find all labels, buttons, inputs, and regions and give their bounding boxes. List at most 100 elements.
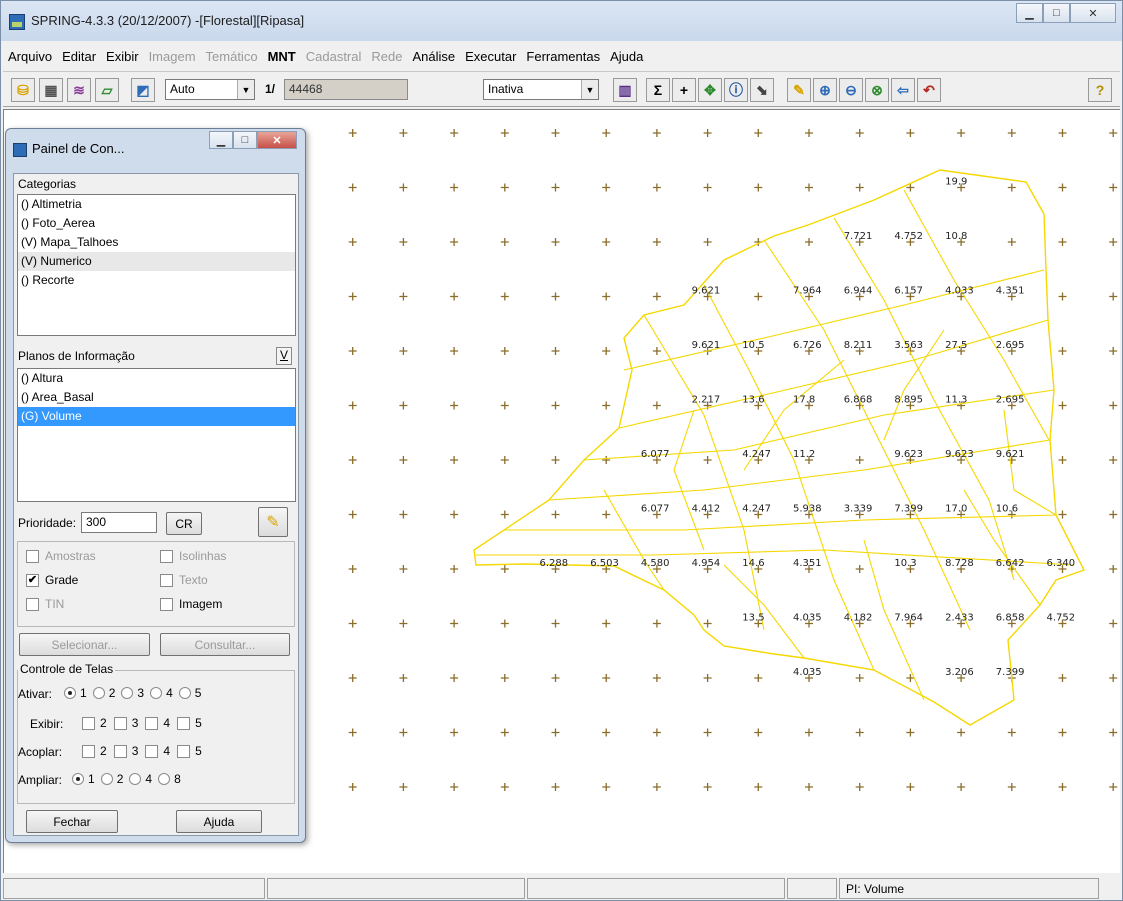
radio-option[interactable]: 3 <box>121 686 144 700</box>
exibir-screen-checkbox[interactable]: 3 <box>113 716 138 730</box>
radio-label: 8 <box>174 772 181 786</box>
list-item[interactable]: () Altimetria <box>18 195 295 214</box>
panel-minimize-button[interactable]: ▁ <box>209 131 233 149</box>
panel-close-button[interactable]: ✕ <box>257 131 297 149</box>
tin-checkbox[interactable]: TIN <box>26 597 64 611</box>
zoom-out-icon-button[interactable]: ⊖ <box>839 78 863 102</box>
list-item[interactable]: () Foto_Aerea <box>18 214 295 233</box>
isolinhas-checkbox[interactable]: Isolinhas <box>160 549 226 563</box>
close-button[interactable]: ✕ <box>1070 3 1116 23</box>
cr-button[interactable]: CR <box>166 512 202 535</box>
categorias-list[interactable]: () Altimetria() Foto_Aerea (V) Mapa_Talho… <box>17 194 296 336</box>
grid-cross <box>754 783 763 791</box>
database-icon-button[interactable]: ⛁ <box>11 78 35 102</box>
grid-cross <box>348 129 357 137</box>
panel-maximize-button[interactable]: □ <box>233 131 257 149</box>
menu-exibir[interactable]: Exibir <box>101 49 144 64</box>
exibir-screen-checkbox[interactable]: 5 <box>177 716 202 730</box>
plus-icon-button[interactable]: + <box>672 78 696 102</box>
layers-icon-button[interactable]: ≋ <box>67 78 91 102</box>
imagem-checkbox[interactable]: Imagem <box>160 597 222 611</box>
grid-cross <box>348 674 357 682</box>
acoplar-screen-checkbox[interactable]: 2 <box>82 744 107 758</box>
back-icon-button[interactable]: ⇦ <box>891 78 915 102</box>
grid-value-label: 8.211 <box>844 340 873 351</box>
menu-ajuda[interactable]: Ajuda <box>605 49 648 64</box>
grid-value-label: 9.623 <box>945 449 974 460</box>
menu-imagem[interactable]: Imagem <box>144 49 201 64</box>
grid-cross <box>399 728 408 737</box>
grid-cross <box>1007 129 1016 137</box>
grid-value-label: 11.3 <box>945 395 967 406</box>
list-item[interactable]: () Area_Basal <box>18 388 295 407</box>
cursor-icon-button[interactable]: ⬊ <box>750 78 774 102</box>
fechar-button[interactable]: Fechar <box>26 810 118 833</box>
pan-icon-button[interactable]: ✥ <box>698 78 722 102</box>
maximize-icon: □ <box>1053 7 1060 19</box>
radio-option[interactable]: 4 <box>150 686 173 700</box>
stand-division-line <box>643 314 765 631</box>
planos-list[interactable]: () Altura() Area_Basal (G) Volume <box>17 368 296 502</box>
grid-cross <box>450 183 459 192</box>
list-item[interactable]: () Recorte <box>18 271 295 290</box>
grade-checkbox[interactable]: ✔ Grade <box>26 573 78 587</box>
radio-option[interactable]: 1 <box>72 772 95 786</box>
list-item[interactable]: (V) Numerico <box>18 252 295 271</box>
list-item[interactable]: () Altura <box>18 369 295 388</box>
grid-cross <box>652 292 661 301</box>
acoplar-screen-checkbox[interactable]: 3 <box>113 744 138 758</box>
zoom-extent-icon-button[interactable]: ⊗ <box>865 78 889 102</box>
menu-anlise[interactable]: Análise <box>407 49 460 64</box>
project-icon-button[interactable]: ▦ <box>39 78 63 102</box>
mode-select[interactable]: Inativa ▼ <box>483 79 599 100</box>
acoplar-screen-checkbox[interactable]: 5 <box>177 744 202 758</box>
panel-body: Categorias () Altimetria() Foto_Aerea (V)… <box>13 173 299 836</box>
menu-rede[interactable]: Rede <box>366 49 407 64</box>
grade-label: Grade <box>45 573 79 587</box>
menu-editar[interactable]: Editar <box>57 49 101 64</box>
list-item[interactable]: (G) Volume <box>18 407 295 426</box>
undo-icon-button[interactable]: ↶ <box>917 78 941 102</box>
consultar-button[interactable]: Consultar... <box>160 633 290 656</box>
exibir-screen-checkbox[interactable]: 4 <box>145 716 170 730</box>
scale-field[interactable]: 44468 <box>284 79 408 100</box>
color-pencil-button[interactable]: ✎ <box>258 507 288 537</box>
radio-option[interactable]: 2 <box>100 772 123 786</box>
help-icon-button[interactable]: ? <box>1088 78 1112 102</box>
grid-cross <box>399 129 408 137</box>
radio-option[interactable]: 2 <box>92 686 115 700</box>
menu-ferramentas[interactable]: Ferramentas <box>521 49 605 64</box>
radio-option[interactable]: 5 <box>178 686 201 700</box>
menu-temtico[interactable]: Temático <box>201 49 263 64</box>
prioridade-field[interactable]: 300 <box>81 512 157 533</box>
edit-icon-button[interactable]: ✎ <box>787 78 811 102</box>
minimize-button[interactable]: ▁ <box>1016 3 1043 23</box>
menu-mnt[interactable]: MNT <box>263 49 301 64</box>
radio-option[interactable]: 8 <box>158 772 181 786</box>
ajuda-button[interactable]: Ajuda <box>176 810 262 833</box>
grid-cross <box>399 347 408 355</box>
exibir-screen-checkbox[interactable]: 2 <box>82 716 107 730</box>
radio-option[interactable]: 4 <box>129 772 152 786</box>
panel-icon-button[interactable]: ◩ <box>131 78 155 102</box>
menu-cadastral[interactable]: Cadastral <box>301 49 367 64</box>
info-icon-button[interactable]: ⓘ <box>724 78 748 102</box>
zoom-mode-select[interactable]: Auto ▼ <box>165 79 255 100</box>
radio-option[interactable]: 1 <box>64 686 87 700</box>
title-bar: SPRING-4.3.3 (20/12/2007) -[Florestal][R… <box>1 1 1122 41</box>
menu-executar[interactable]: Executar <box>460 49 521 64</box>
grid-cross <box>450 674 459 682</box>
selecionar-button[interactable]: Selecionar... <box>19 633 150 656</box>
maximize-button[interactable]: □ <box>1043 3 1070 23</box>
amostras-checkbox[interactable]: Amostras <box>26 549 96 563</box>
stats-icon-button[interactable]: ▥ <box>613 78 637 102</box>
acoplar-screen-checkbox[interactable]: 4 <box>145 744 170 758</box>
planos-v-button[interactable]: V <box>276 347 292 365</box>
draw-icon-button[interactable]: ▱ <box>95 78 119 102</box>
texto-checkbox[interactable]: Texto <box>160 573 208 587</box>
zoom-in-icon-button[interactable]: ⊕ <box>813 78 837 102</box>
grid-cross <box>602 783 611 791</box>
menu-arquivo[interactable]: Arquivo <box>3 49 57 64</box>
list-item[interactable]: (V) Mapa_Talhoes <box>18 233 295 252</box>
sum-icon-button[interactable]: Σ <box>646 78 670 102</box>
